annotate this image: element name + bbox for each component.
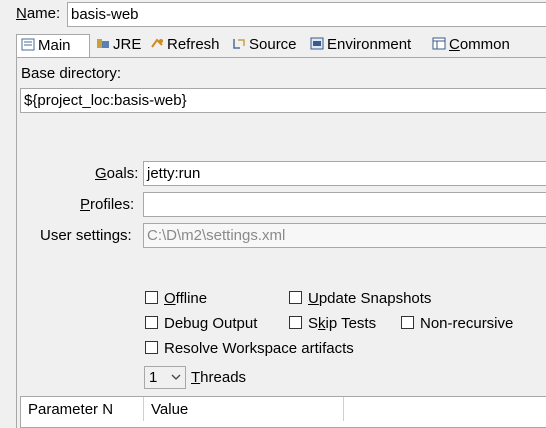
tab-main[interactable]: Main — [16, 34, 90, 58]
source-icon — [232, 35, 246, 49]
goals-label: Goals: — [95, 165, 139, 182]
update-snapshots-label: Update Snapshots — [308, 290, 432, 307]
chevron-down-icon — [171, 367, 181, 394]
refresh-icon — [150, 35, 164, 48]
profiles-input[interactable] — [143, 192, 546, 217]
tab-environment[interactable]: Environment — [306, 34, 428, 57]
resolve-workspace-checkbox[interactable] — [145, 341, 158, 354]
profiles-label: Profiles: — [80, 196, 135, 213]
common-icon — [432, 35, 446, 50]
jre-icon — [96, 35, 110, 48]
launch-config-tabs: Main JRE Refresh Source Environment Comm… — [16, 34, 546, 58]
goals-input[interactable]: jetty:run — [143, 161, 546, 186]
non-recursive-checkbox[interactable] — [401, 316, 414, 329]
non-recursive-label: Non-recursive — [420, 315, 514, 332]
offline-checkbox[interactable] — [145, 291, 158, 304]
skip-tests-label: Skip Tests — [308, 315, 377, 332]
tab-source[interactable]: Source — [228, 34, 308, 57]
tab-refresh[interactable]: Refresh — [146, 34, 230, 57]
user-settings-label: User settings: — [40, 227, 132, 244]
tab-jre[interactable]: JRE — [92, 34, 148, 57]
threads-label: Threads — [191, 369, 247, 386]
threads-select[interactable]: 1 — [144, 366, 186, 389]
resolve-workspace-label: Resolve Workspace artifacts — [164, 340, 354, 357]
tab-common[interactable]: Common — [428, 34, 524, 57]
user-settings-input[interactable]: C:\D\m2\settings.xml — [143, 223, 546, 248]
base-directory-label: Base directory: — [21, 65, 122, 82]
parameters-table[interactable]: Parameter N Value — [20, 396, 546, 428]
debug-output-checkbox[interactable] — [145, 316, 158, 329]
offline-label: Offline — [164, 290, 208, 307]
environment-icon — [310, 35, 324, 50]
name-input[interactable]: basis-web — [67, 2, 546, 27]
parameter-name-column-header[interactable]: Parameter N — [21, 397, 144, 421]
debug-output-label: Debug Output — [164, 315, 258, 332]
name-label: Name: — [16, 5, 61, 22]
main-tab-icon — [21, 36, 35, 51]
update-snapshots-checkbox[interactable] — [289, 291, 302, 304]
base-directory-input[interactable]: ${project_loc:basis-web} — [20, 88, 546, 113]
value-column-header[interactable]: Value — [144, 397, 344, 421]
skip-tests-checkbox[interactable] — [289, 316, 302, 329]
